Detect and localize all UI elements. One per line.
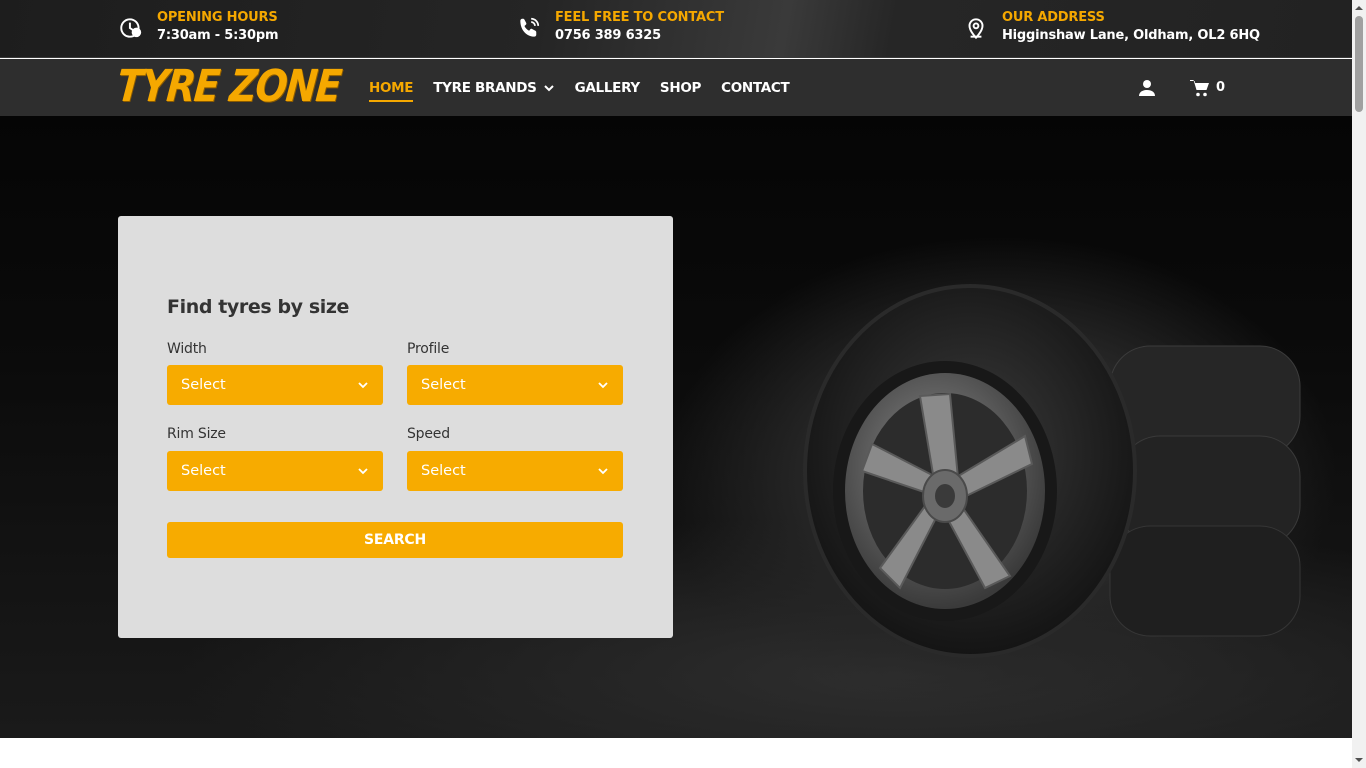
tyre-search-card: Find tyres by size Width Select Profile … xyxy=(118,216,673,638)
cart-icon xyxy=(1190,79,1209,96)
tyre-stack-image xyxy=(803,284,1301,658)
nav-tyre-brands[interactable]: TYRE BRANDS xyxy=(433,59,554,116)
rim-size-select[interactable]: Select xyxy=(167,451,383,491)
search-card-title: Find tyres by size xyxy=(167,296,350,318)
nav-gallery-label: GALLERY xyxy=(574,79,641,96)
scroll-up-arrow-icon[interactable] xyxy=(1355,4,1363,12)
address-info: OUR ADDRESS Higginshaw Lane, Oldham, OL2… xyxy=(963,9,1260,45)
cart-button[interactable]: 0 xyxy=(1190,79,1225,97)
nav-contact[interactable]: CONTACT xyxy=(721,59,790,116)
contact-info[interactable]: FEEL FREE TO CONTACT 0756 389 6325 xyxy=(516,9,724,45)
address-value: Higginshaw Lane, Oldham, OL2 6HQ xyxy=(1002,28,1260,43)
chevron-down-icon xyxy=(358,382,368,389)
profile-select[interactable]: Select xyxy=(407,365,623,405)
top-info-bar: OPENING HOURS 7:30am - 5:30pm FEEL FREE … xyxy=(0,0,1352,58)
width-select[interactable]: Select xyxy=(167,365,383,405)
scroll-down-arrow-icon[interactable] xyxy=(1355,756,1363,764)
site-logo[interactable]: TYRE ZONE xyxy=(115,61,343,112)
contact-phone[interactable]: 0756 389 6325 xyxy=(555,27,724,45)
opening-hours-title: OPENING HOURS xyxy=(157,10,278,25)
search-button[interactable]: SEARCH xyxy=(167,522,623,558)
nav-contact-label: CONTACT xyxy=(721,79,790,96)
nav-home-label: HOME xyxy=(369,79,414,96)
clock-icon xyxy=(120,18,142,38)
page-scrollbar[interactable] xyxy=(1352,0,1366,768)
main-navbar: TYRE ZONE HOME TYRE BRANDS GALLERY SHOP … xyxy=(0,59,1352,116)
contact-title: FEEL FREE TO CONTACT xyxy=(555,10,724,25)
chevron-down-icon xyxy=(598,382,608,389)
chevron-down-icon xyxy=(543,84,554,91)
profile-label: Profile xyxy=(407,341,450,357)
nav-shop-label: SHOP xyxy=(659,79,702,96)
user-icon[interactable] xyxy=(1138,79,1156,97)
nav-home[interactable]: HOME xyxy=(369,59,414,116)
phone-icon xyxy=(520,17,540,37)
nav-icons: 0 xyxy=(1138,59,1225,116)
chevron-down-icon xyxy=(358,468,368,475)
address-title: OUR ADDRESS xyxy=(1002,10,1105,25)
speed-select-value: Select xyxy=(421,463,466,479)
rim-size-select-value: Select xyxy=(181,463,226,479)
nav-gallery[interactable]: GALLERY xyxy=(574,59,641,116)
opening-hours: OPENING HOURS 7:30am - 5:30pm xyxy=(118,9,278,45)
speed-label: Speed xyxy=(407,426,450,442)
map-pin-icon xyxy=(968,18,984,40)
width-select-value: Select xyxy=(181,377,226,393)
speed-select[interactable]: Select xyxy=(407,451,623,491)
opening-hours-value: 7:30am - 5:30pm xyxy=(157,28,279,43)
cart-count: 0 xyxy=(1216,80,1226,95)
scrollbar-thumb[interactable] xyxy=(1355,16,1363,112)
chevron-down-icon xyxy=(598,468,608,475)
nav-tyre-brands-label: TYRE BRANDS xyxy=(433,79,537,96)
nav-shop[interactable]: SHOP xyxy=(659,59,702,116)
rim-size-label: Rim Size xyxy=(167,426,226,442)
width-label: Width xyxy=(167,341,207,357)
main-menu: HOME TYRE BRANDS GALLERY SHOP CONTACT xyxy=(369,59,809,116)
profile-select-value: Select xyxy=(421,377,466,393)
